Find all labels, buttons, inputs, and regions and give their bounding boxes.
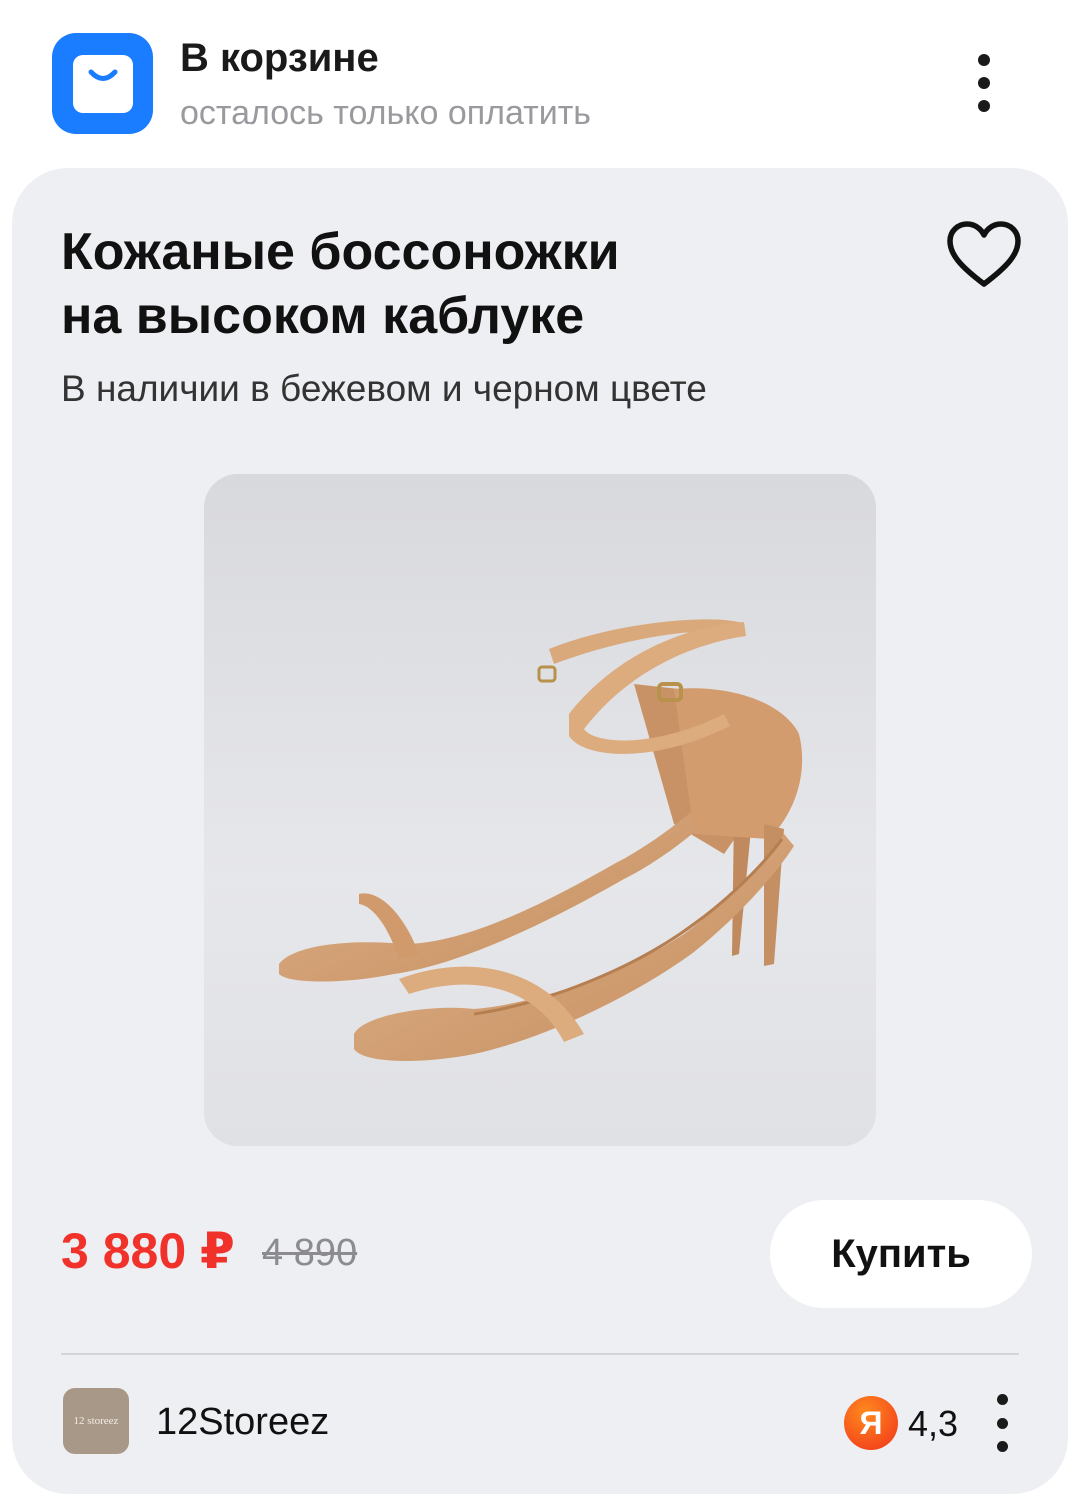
product-card[interactable]: Кожаные боссоножки на высоком каблуке В …	[12, 168, 1068, 1494]
seller-logo[interactable]: 12 storeez	[63, 1388, 129, 1454]
seller-name[interactable]: 12Storeez	[156, 1401, 329, 1444]
smile-icon	[88, 69, 117, 81]
divider	[61, 1353, 1019, 1355]
header-title: В корзине	[180, 36, 379, 80]
shopping-bag-icon[interactable]	[52, 33, 153, 134]
product-title-line1: Кожаные боссоножки	[61, 223, 620, 281]
old-price: 4 890	[262, 1232, 358, 1274]
notification-header: В корзине осталось только оплатить	[0, 0, 1080, 168]
heart-icon[interactable]	[946, 220, 1022, 290]
buy-button[interactable]: Купить	[770, 1200, 1032, 1308]
product-title-line2: на высоком каблуке	[61, 287, 585, 345]
seller-more-options-icon[interactable]	[982, 1394, 1022, 1452]
yandex-rating-icon: Я	[844, 1396, 898, 1450]
product-description: В наличии в бежевом и черном цвете	[61, 368, 707, 409]
more-options-icon[interactable]	[964, 54, 1004, 112]
bag-shape	[72, 54, 133, 113]
product-image[interactable]	[204, 474, 876, 1146]
current-price: 3 880 ₽	[61, 1223, 235, 1279]
header-subtitle: осталось только оплатить	[180, 94, 591, 132]
seller-rating: 4,3	[908, 1403, 959, 1444]
product-title: Кожаные боссоножки на высоком каблуке	[61, 220, 761, 348]
